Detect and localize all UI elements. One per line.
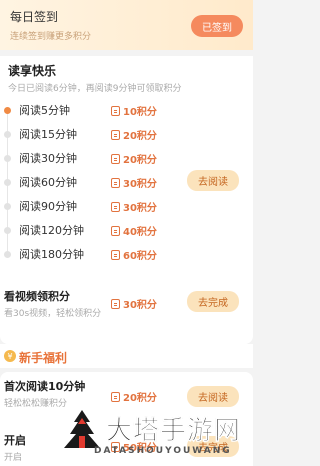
points-icon [111,442,120,452]
timeline-dot [4,155,11,162]
points-icon [111,226,120,236]
newbie-task-title: 首次阅读10分钟 [4,380,86,393]
newbie-task-subtitle: 轻松松松赚积分 [4,399,68,409]
tier-reward: 30积分 [111,175,157,190]
newbie-task-card: 首次阅读10分钟 轻松松松赚积分 20积分 去阅读 开启 开启 50积分 去完成 [0,372,253,466]
tier-reward: 60积分 [111,247,157,262]
timeline-dot [4,203,11,210]
yuan-icon: ¥ [4,350,16,362]
tier-label: 阅读5分钟 [19,104,70,117]
tier-reward: 40积分 [111,223,157,238]
tier-reward: 20积分 [111,127,157,142]
tier-label: 阅读90分钟 [19,200,77,213]
timeline-dot [4,227,11,234]
points-icon [111,154,120,164]
go-read-button[interactable]: 去阅读 [187,170,239,191]
newbie-title: 新手福利 [19,351,68,365]
tier-reward: 30积分 [111,199,157,214]
newbie-task-title: 开启 [4,434,26,447]
newbie-task-button[interactable]: 去阅读 [187,386,239,407]
points-icon [111,106,120,116]
tier-reward: 10积分 [111,103,157,118]
tier-label: 阅读120分钟 [19,224,84,237]
newbie-task-reward: 20积分 [111,389,157,404]
timeline-dot [4,251,11,258]
points-icon [111,178,120,188]
timeline-dot [4,179,11,186]
reading-title: 读享快乐 [8,64,57,78]
reading-subtitle: 今日已阅读6分钟，再阅读9分钟可领取积分 [8,84,182,94]
video-task-button[interactable]: 去完成 [187,291,239,312]
tier-label: 阅读30分钟 [19,152,77,165]
timeline-dot-active [4,107,11,114]
points-icon [111,250,120,260]
tier-label: 阅读60分钟 [19,176,77,189]
newbie-task-reward: 50积分 [111,439,157,454]
video-task-subtitle: 看30s视频，轻松领积分 [4,309,102,319]
video-task-title: 看视频领积分 [4,290,70,303]
points-icon [111,202,120,212]
video-task-reward: 30积分 [111,296,157,311]
points-icon [111,299,120,309]
tier-label: 阅读180分钟 [19,248,84,261]
reading-task-card: 读享快乐 今日已阅读6分钟，再阅读9分钟可领取积分 阅读5分钟 10积分 阅读1… [0,56,253,344]
tier-label: 阅读15分钟 [19,128,77,141]
newbie-task-subtitle: 开启 [4,453,23,463]
points-icon [111,392,120,402]
daily-checkin-banner: 每日签到 连续签到赚更多积分 已签到 [0,0,253,50]
points-icon [111,130,120,140]
newbie-task-button[interactable]: 去完成 [187,436,239,457]
newbie-section-header: ¥ 新手福利 [0,344,253,368]
tier-reward: 20积分 [111,151,157,166]
checked-in-button[interactable]: 已签到 [191,15,243,37]
timeline-dot [4,131,11,138]
